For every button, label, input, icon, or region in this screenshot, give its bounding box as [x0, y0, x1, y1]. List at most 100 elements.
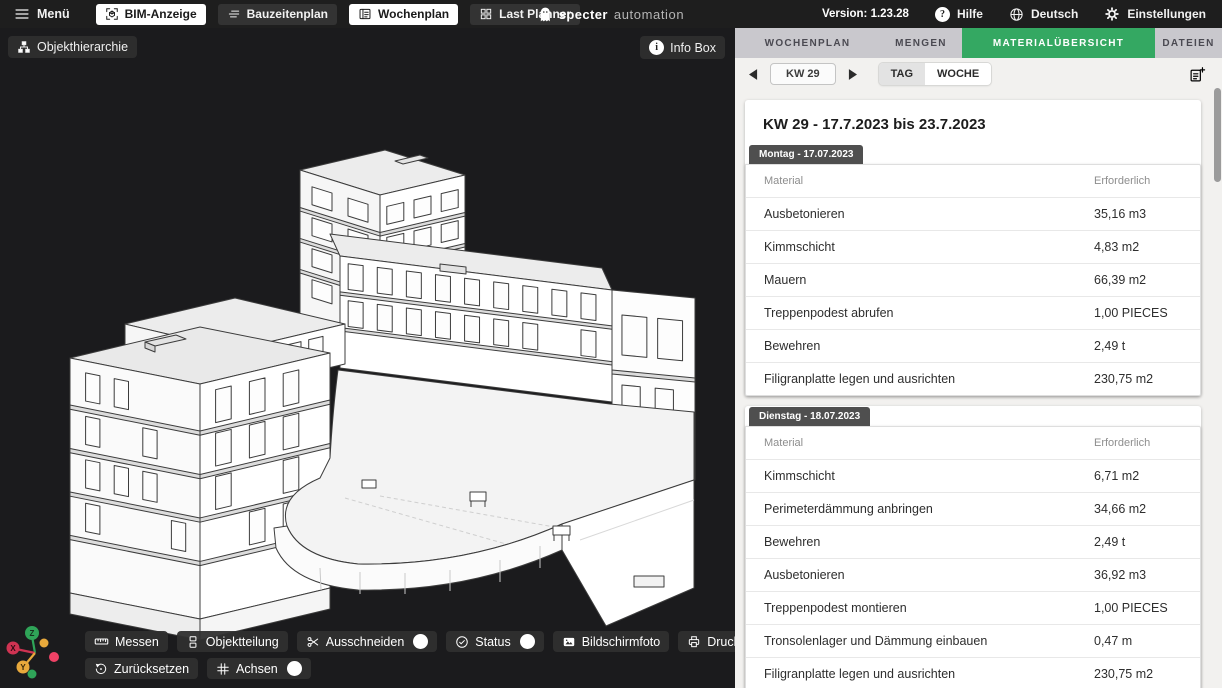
day-week-toggle: TAG WOCHE	[879, 63, 992, 85]
tab-mengen[interactable]: MENGEN	[880, 28, 962, 58]
axis-dot-neg-z[interactable]	[28, 670, 37, 679]
triangle-right-icon	[848, 69, 857, 80]
table-row: Filigranplatte legen und ausrichten230,7…	[746, 362, 1200, 395]
day-table-montag: Material Erforderlich Ausbetonieren35,16…	[745, 164, 1201, 396]
gear-icon	[1104, 6, 1120, 22]
nav-bauzeitenplan-button[interactable]: Bauzeitenplan	[218, 4, 337, 25]
table-row: Mauern66,39 m2	[746, 263, 1200, 296]
col-erforderlich: Erforderlich	[1094, 437, 1182, 449]
building-model[interactable]	[0, 28, 735, 688]
axis-dot-neg-x[interactable]	[49, 652, 59, 662]
week-heading: KW 29 - 17.7.2023 bis 23.7.2023	[745, 100, 1201, 144]
table-row: Bewehren2,49 t	[746, 525, 1200, 558]
help-button[interactable]: ? Hilfe	[935, 7, 983, 22]
nav-label: Wochenplan	[378, 7, 449, 21]
zuruecksetzen-button[interactable]: Zurücksetzen	[85, 658, 198, 679]
week-card: KW 29 - 17.7.2023 bis 23.7.2023 Montag -…	[745, 100, 1201, 396]
top-toolbar: Menü BIM-Anzeige Bauzeitenplan Wochenpla…	[0, 0, 1222, 28]
axis-z-handle[interactable]: Z	[25, 626, 39, 640]
nav-wochenplan-button[interactable]: Wochenplan	[349, 4, 458, 25]
svg-text:Y: Y	[20, 663, 26, 672]
toggle-woche[interactable]: WOCHE	[925, 63, 991, 85]
col-material: Material	[764, 175, 1094, 187]
info-icon: i	[649, 40, 664, 55]
table-row: Ausbetonieren35,16 m3	[746, 197, 1200, 230]
status-button[interactable]: Status	[446, 631, 543, 652]
toggle-tag[interactable]: TAG	[879, 63, 925, 85]
achsen-button[interactable]: Achsen	[207, 658, 311, 679]
screenshot-icon	[562, 635, 576, 649]
info-box-button[interactable]: i Info Box	[640, 36, 725, 59]
ghost-icon	[538, 6, 553, 23]
axis-dot-neg-y[interactable]	[40, 639, 49, 648]
note-add-icon	[1189, 66, 1206, 83]
material-content: KW 29 - 17.7.2023 bis 23.7.2023 Montag -…	[735, 90, 1222, 688]
chevron-down-icon	[523, 637, 532, 646]
scissors-icon	[306, 635, 320, 649]
messen-button[interactable]: Messen	[85, 631, 168, 652]
chevron-down-icon	[416, 637, 425, 646]
tab-materialuebersicht[interactable]: MATERIALÜBERSICHT	[962, 28, 1155, 58]
brand-logo: specter automation	[538, 0, 684, 28]
prev-week-button[interactable]	[745, 67, 762, 82]
table-row: Tronsolenlager und Dämmung einbauen0,47 …	[746, 624, 1200, 657]
nav-label: Bauzeitenplan	[247, 7, 328, 21]
col-material: Material	[764, 437, 1094, 449]
day-card: Dienstag - 18.07.2023 Material Erforderl…	[745, 406, 1201, 688]
axis-x-handle[interactable]: X	[7, 642, 20, 655]
nav-label: BIM-Anzeige	[125, 7, 197, 21]
tab-wochenplan[interactable]: WOCHENPLAN	[735, 28, 880, 58]
nav-bim-anzeige-button[interactable]: BIM-Anzeige	[96, 4, 206, 25]
axes-hash-icon	[216, 662, 230, 676]
globe-icon	[1009, 7, 1024, 22]
brand-name: specter	[559, 7, 608, 22]
gantt-lines-icon	[227, 7, 241, 21]
help-icon: ?	[935, 7, 950, 22]
svg-text:X: X	[10, 644, 16, 653]
ausschneiden-button[interactable]: Ausschneiden	[297, 631, 438, 652]
objektteilung-button[interactable]: Objektteilung	[177, 631, 288, 652]
status-check-icon	[455, 635, 469, 649]
panel-scrollbar-thumb[interactable]	[1214, 88, 1221, 182]
tab-dateien[interactable]: DATEIEN	[1155, 28, 1222, 58]
table-row: Ausbetonieren36,92 m3	[746, 558, 1200, 591]
material-panel: WOCHENPLAN MENGEN MATERIALÜBERSICHT DATE…	[735, 28, 1222, 688]
next-week-button[interactable]	[844, 67, 861, 82]
triangle-left-icon	[749, 69, 758, 80]
hierarchy-icon	[17, 40, 31, 54]
druckvorschau-button[interactable]: Druckvorschau	[678, 631, 735, 652]
split-object-icon	[186, 635, 200, 649]
hamburger-icon	[14, 6, 30, 22]
table-row: Bewehren2,49 t	[746, 329, 1200, 362]
reset-rotate-icon	[94, 662, 108, 676]
ausschneiden-dropdown[interactable]	[413, 634, 428, 649]
day-table-dienstag: Material Erforderlich Kimmschicht6,71 m2…	[745, 426, 1201, 688]
svg-text:Z: Z	[30, 629, 35, 638]
printer-icon	[687, 635, 701, 649]
table-row: Kimmschicht6,71 m2	[746, 459, 1200, 492]
table-row: Filigranplatte legen und ausrichten230,7…	[746, 657, 1200, 688]
day-badge: Montag - 17.07.2023	[749, 145, 863, 164]
table-row: Kimmschicht4,83 m2	[746, 230, 1200, 263]
menu-button[interactable]: Menü	[14, 6, 70, 22]
table-row: Treppenpodest montieren1,00 PIECES	[746, 591, 1200, 624]
status-dropdown[interactable]	[520, 634, 535, 649]
axis-y-handle[interactable]: Y	[17, 661, 30, 674]
week-controls: KW 29 TAG WOCHE	[735, 58, 1222, 90]
panel-tabs: WOCHENPLAN MENGEN MATERIALÜBERSICHT DATE…	[735, 28, 1222, 58]
achsen-dropdown[interactable]	[287, 661, 302, 676]
brand-suffix: automation	[614, 7, 684, 22]
object-hierarchy-button[interactable]: Objekthierarchie	[8, 36, 137, 58]
bim-cube-icon	[105, 7, 119, 21]
menu-label: Menü	[37, 7, 70, 21]
add-note-button[interactable]	[1189, 66, 1206, 83]
language-button[interactable]: Deutsch	[1009, 7, 1078, 22]
axis-gizmo[interactable]: Z X Y	[2, 616, 72, 686]
bildschirmfoto-button[interactable]: Bildschirmfoto	[553, 631, 670, 652]
table-row: Perimeterdämmung anbringen34,66 m2	[746, 492, 1200, 525]
ruler-icon	[94, 634, 109, 649]
bim-viewport[interactable]: Objekthierarchie i Info Box Z X	[0, 28, 735, 688]
settings-button[interactable]: Einstellungen	[1104, 6, 1206, 22]
day-badge: Dienstag - 18.07.2023	[749, 407, 870, 426]
week-selector-button[interactable]: KW 29	[770, 63, 836, 85]
